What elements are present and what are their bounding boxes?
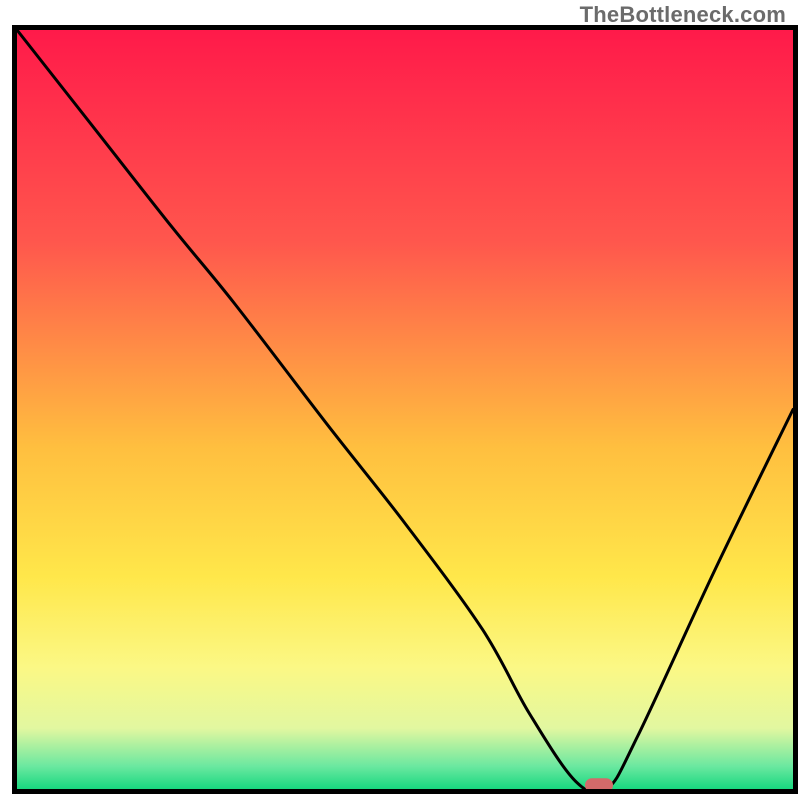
bottleneck-chart <box>0 0 800 800</box>
gradient-background <box>17 30 793 789</box>
chart-container: TheBottleneck.com <box>0 0 800 800</box>
watermark-text: TheBottleneck.com <box>580 2 786 28</box>
